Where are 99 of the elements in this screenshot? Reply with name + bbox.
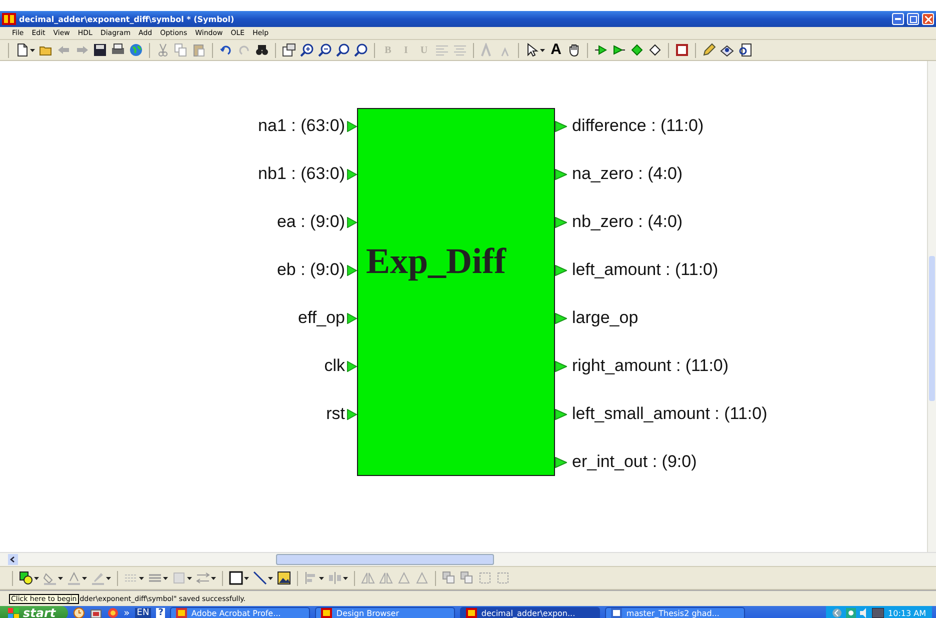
close-icon [924,16,932,22]
pointer-icon[interactable] [525,43,539,57]
output-port-icon [555,456,567,468]
dropdown-caret-icon[interactable] [82,576,87,580]
dropdown-caret-icon[interactable] [34,576,39,580]
taskbar-button[interactable]: decimal_adder\expon... [460,606,600,618]
output-port-icon [555,120,567,132]
language-indicator[interactable]: EN [134,608,152,618]
hollow-diamond-icon[interactable] [648,43,662,57]
input-port-label: na1 : (63:0) [258,116,345,136]
dropdown-caret-icon[interactable] [268,576,273,580]
line-color-icon[interactable] [67,571,81,585]
input-port-label: clk [324,356,345,376]
output-port-icon [555,408,567,420]
taskbar-button[interactable]: master_Thesis2 ghad... [605,606,746,618]
output-port-label: left_amount : (11:0) [572,260,718,280]
minimize-icon [895,18,901,20]
line-icon[interactable] [253,571,267,585]
taskbar-button[interactable]: Adobe Acrobat Profe... [170,606,310,618]
output-port-label: na_zero : (4:0) [572,164,683,184]
zoom-icon[interactable] [354,43,368,57]
maximize-icon [910,16,916,22]
text-tool-button[interactable]: A [549,42,563,58]
dropdown-caret-icon[interactable] [30,48,35,52]
browser-icon[interactable] [106,607,119,618]
app-icon [466,608,478,618]
globe-icon[interactable] [129,43,143,57]
overflow-chevron[interactable]: » [124,608,130,618]
zoom-fit-icon[interactable] [336,43,350,57]
input-port-label: rst [326,404,345,424]
app-icon [2,13,16,25]
dropdown-caret-icon[interactable] [244,576,249,580]
zoom-in-icon[interactable] [300,43,314,57]
output-port-icon [555,264,567,276]
flag-icon [8,608,20,618]
app-icon [321,608,332,618]
dropdown-caret-icon[interactable] [540,48,545,52]
output-port-label: er_int_out : (9:0) [572,452,697,472]
new-document-icon[interactable] [15,43,29,57]
scroll-left-icon[interactable] [8,554,18,565]
dropdown-caret-icon[interactable] [163,576,168,580]
output-port-label: large_op [572,308,638,328]
clock-icon[interactable] [72,607,85,618]
input-port-label: eff_op [298,308,345,328]
send-back-icon[interactable] [460,571,474,585]
save-icon[interactable] [93,43,107,57]
maximize-button[interactable] [907,13,919,25]
vertical-scrollbar[interactable] [927,61,936,552]
volume-icon[interactable] [860,608,868,618]
output-port-label: nb_zero : (4:0) [572,212,683,232]
output-port-label: left_small_amount : (11:0) [572,404,768,424]
output-port-icon [555,360,567,372]
horizontal-scrollbar[interactable] [0,552,936,566]
dropdown-caret-icon[interactable] [139,576,144,580]
square-icon[interactable] [675,43,689,57]
properties-icon[interactable] [282,43,296,57]
binoculars-icon[interactable] [255,43,269,57]
zoom-out-icon[interactable] [318,43,332,57]
input-port-label: nb1 : (63:0) [258,164,345,184]
output-port-label: difference : (11:0) [572,116,704,136]
output-port-icon [555,312,567,324]
start-button[interactable]: start [0,606,68,618]
dropdown-caret-icon[interactable] [343,576,348,580]
document-search-icon[interactable] [738,43,752,57]
symbol-name: Exp_Diff [366,240,506,283]
monitor-icon[interactable] [872,608,884,618]
output-port-icon [555,216,567,228]
dropdown-caret-icon[interactable] [58,576,63,580]
close-button[interactable] [922,13,934,25]
pencil-icon[interactable] [702,43,716,57]
image-icon[interactable] [277,571,291,585]
output-port-icon [555,168,567,180]
dropdown-caret-icon[interactable] [319,576,324,580]
app-icon [611,608,622,618]
input-port-icon[interactable] [594,43,608,57]
film-icon[interactable] [90,607,102,618]
network-icon[interactable] [846,608,856,618]
taskbar-button[interactable]: Design Browser [315,606,456,618]
minimize-button[interactable] [892,13,904,25]
eye-icon[interactable] [720,43,734,57]
undo-icon[interactable] [219,43,233,57]
input-port-label: eb : (9:0) [276,260,345,280]
output-port-label: right_amount : (11:0) [572,356,729,376]
app-icon [176,608,188,618]
input-port-label: ea : (9:0) [276,212,345,232]
clock-text: 10:13 AM [888,608,926,618]
output-port-icon[interactable] [612,43,626,57]
bring-front-icon[interactable] [442,571,456,585]
paste-icon[interactable] [192,43,206,57]
help-button[interactable]: ? [156,608,166,618]
dropdown-caret-icon[interactable] [106,576,111,580]
shapes-icon[interactable] [19,571,33,585]
printer-icon[interactable] [111,43,125,57]
dropdown-caret-icon[interactable] [211,576,216,580]
window-title: decimal_adder\exponent_diff\symbol * (Symbol) [19,14,234,24]
hand-icon[interactable] [567,43,581,57]
dropdown-caret-icon[interactable] [187,576,192,580]
rectangle-icon[interactable] [229,571,243,585]
filled-diamond-icon[interactable] [630,43,644,57]
